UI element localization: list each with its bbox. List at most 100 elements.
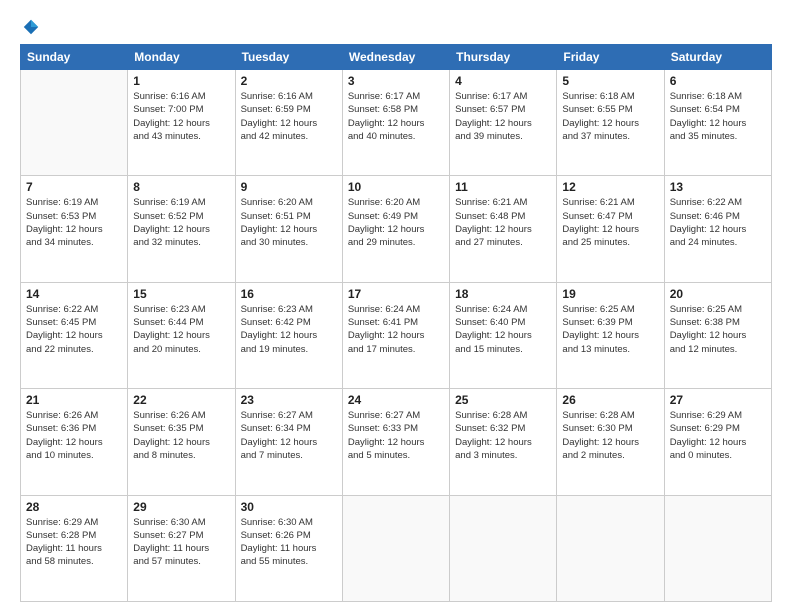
calendar-cell: 12Sunrise: 6:21 AMSunset: 6:47 PMDayligh… (557, 176, 664, 282)
calendar-cell: 27Sunrise: 6:29 AMSunset: 6:29 PMDayligh… (664, 389, 771, 495)
day-info: Sunrise: 6:16 AMSunset: 6:59 PMDaylight:… (241, 90, 337, 143)
calendar-cell (342, 495, 449, 601)
day-number: 5 (562, 74, 658, 88)
day-number: 1 (133, 74, 229, 88)
calendar-cell: 4 Sunrise: 6:17 AMSunset: 6:57 PMDaylight… (450, 70, 557, 176)
day-number: 6 (670, 74, 766, 88)
weekday-monday: Monday (128, 45, 235, 70)
day-info: Sunrise: 6:29 AMSunset: 6:28 PMDaylight:… (26, 516, 122, 569)
calendar-cell: 8 Sunrise: 6:19 AMSunset: 6:52 PMDaylight… (128, 176, 235, 282)
day-number: 16 (241, 287, 337, 301)
calendar-cell: 14 Sunrise: 6:22 AMSunset: 6:45 PMDayligh… (21, 282, 128, 388)
weekday-header-row: SundayMondayTuesdayWednesdayThursdayFrid… (21, 45, 772, 70)
day-info: Sunrise: 6:18 AMSunset: 6:54 PMDaylight:… (670, 90, 766, 143)
day-info: Sunrise: 6:21 AMSunset: 6:47 PMDaylight:… (562, 196, 658, 249)
day-info: Sunrise: 6:30 AMSunset: 6:27 PMDaylight:… (133, 516, 229, 569)
day-number: 30 (241, 500, 337, 514)
day-number: 23 (241, 393, 337, 407)
day-number: 15 (133, 287, 229, 301)
day-info: Sunrise: 6:28 AMSunset: 6:30 PMDaylight:… (562, 409, 658, 462)
week-row-2: 7 Sunrise: 6:19 AMSunset: 6:53 PMDaylight… (21, 176, 772, 282)
day-number: 4 (455, 74, 551, 88)
calendar-cell: 15 Sunrise: 6:23 AMSunset: 6:44 PMDayligh… (128, 282, 235, 388)
day-number: 19 (562, 287, 658, 301)
day-info: Sunrise: 6:25 AMSunset: 6:39 PMDaylight:… (562, 303, 658, 356)
calendar-cell: 23 Sunrise: 6:27 AMSunset: 6:34 PMDayligh… (235, 389, 342, 495)
day-info: Sunrise: 6:26 AMSunset: 6:35 PMDaylight:… (133, 409, 229, 462)
day-number: 2 (241, 74, 337, 88)
day-number: 9 (241, 180, 337, 194)
day-number: 26 (562, 393, 658, 407)
day-number: 8 (133, 180, 229, 194)
day-info: Sunrise: 6:30 AMSunset: 6:26 PMDaylight:… (241, 516, 337, 569)
calendar-cell: 19 Sunrise: 6:25 AMSunset: 6:39 PMDayligh… (557, 282, 664, 388)
day-number: 10 (348, 180, 444, 194)
day-info: Sunrise: 6:19 AMSunset: 6:53 PMDaylight:… (26, 196, 122, 249)
day-number: 7 (26, 180, 122, 194)
calendar: SundayMondayTuesdayWednesdayThursdayFrid… (20, 44, 772, 602)
calendar-cell: 11 Sunrise: 6:21 AMSunset: 6:48 PMDayligh… (450, 176, 557, 282)
day-number: 25 (455, 393, 551, 407)
day-info: Sunrise: 6:22 AMSunset: 6:45 PMDaylight:… (26, 303, 122, 356)
weekday-tuesday: Tuesday (235, 45, 342, 70)
day-info: Sunrise: 6:28 AMSunset: 6:32 PMDaylight:… (455, 409, 551, 462)
page: SundayMondayTuesdayWednesdayThursdayFrid… (0, 0, 792, 612)
calendar-cell (450, 495, 557, 601)
day-info: Sunrise: 6:17 AMSunset: 6:57 PMDaylight:… (455, 90, 551, 143)
calendar-cell: 22 Sunrise: 6:26 AMSunset: 6:35 PMDayligh… (128, 389, 235, 495)
calendar-cell: 25 Sunrise: 6:28 AMSunset: 6:32 PMDayligh… (450, 389, 557, 495)
week-row-3: 14 Sunrise: 6:22 AMSunset: 6:45 PMDayligh… (21, 282, 772, 388)
day-info: Sunrise: 6:23 AMSunset: 6:42 PMDaylight:… (241, 303, 337, 356)
calendar-cell: 2 Sunrise: 6:16 AMSunset: 6:59 PMDaylight… (235, 70, 342, 176)
day-info: Sunrise: 6:27 AMSunset: 6:34 PMDaylight:… (241, 409, 337, 462)
day-info: Sunrise: 6:16 AMSunset: 7:00 PMDaylight:… (133, 90, 229, 143)
day-number: 22 (133, 393, 229, 407)
day-number: 21 (26, 393, 122, 407)
calendar-cell: 16 Sunrise: 6:23 AMSunset: 6:42 PMDayligh… (235, 282, 342, 388)
weekday-saturday: Saturday (664, 45, 771, 70)
logo (20, 18, 40, 36)
day-info: Sunrise: 6:17 AMSunset: 6:58 PMDaylight:… (348, 90, 444, 143)
day-info: Sunrise: 6:24 AMSunset: 6:41 PMDaylight:… (348, 303, 444, 356)
weekday-friday: Friday (557, 45, 664, 70)
calendar-cell: 30 Sunrise: 6:30 AMSunset: 6:26 PMDayligh… (235, 495, 342, 601)
day-number: 3 (348, 74, 444, 88)
day-number: 11 (455, 180, 551, 194)
calendar-cell: 7 Sunrise: 6:19 AMSunset: 6:53 PMDaylight… (21, 176, 128, 282)
calendar-cell (557, 495, 664, 601)
weekday-thursday: Thursday (450, 45, 557, 70)
calendar-cell: 21Sunrise: 6:26 AMSunset: 6:36 PMDayligh… (21, 389, 128, 495)
calendar-cell: 26 Sunrise: 6:28 AMSunset: 6:30 PMDayligh… (557, 389, 664, 495)
calendar-cell: 24 Sunrise: 6:27 AMSunset: 6:33 PMDayligh… (342, 389, 449, 495)
calendar-cell: 3 Sunrise: 6:17 AMSunset: 6:58 PMDaylight… (342, 70, 449, 176)
week-row-4: 21Sunrise: 6:26 AMSunset: 6:36 PMDayligh… (21, 389, 772, 495)
day-info: Sunrise: 6:24 AMSunset: 6:40 PMDaylight:… (455, 303, 551, 356)
day-info: Sunrise: 6:20 AMSunset: 6:49 PMDaylight:… (348, 196, 444, 249)
day-number: 27 (670, 393, 766, 407)
day-info: Sunrise: 6:20 AMSunset: 6:51 PMDaylight:… (241, 196, 337, 249)
calendar-cell: 17Sunrise: 6:24 AMSunset: 6:41 PMDayligh… (342, 282, 449, 388)
day-info: Sunrise: 6:27 AMSunset: 6:33 PMDaylight:… (348, 409, 444, 462)
day-number: 18 (455, 287, 551, 301)
calendar-cell: 1 Sunrise: 6:16 AMSunset: 7:00 PMDaylight… (128, 70, 235, 176)
day-info: Sunrise: 6:21 AMSunset: 6:48 PMDaylight:… (455, 196, 551, 249)
weekday-sunday: Sunday (21, 45, 128, 70)
day-number: 24 (348, 393, 444, 407)
calendar-cell (21, 70, 128, 176)
header (20, 18, 772, 36)
day-info: Sunrise: 6:23 AMSunset: 6:44 PMDaylight:… (133, 303, 229, 356)
day-number: 29 (133, 500, 229, 514)
calendar-cell: 28 Sunrise: 6:29 AMSunset: 6:28 PMDayligh… (21, 495, 128, 601)
day-info: Sunrise: 6:19 AMSunset: 6:52 PMDaylight:… (133, 196, 229, 249)
day-number: 13 (670, 180, 766, 194)
day-number: 20 (670, 287, 766, 301)
day-info: Sunrise: 6:18 AMSunset: 6:55 PMDaylight:… (562, 90, 658, 143)
logo-icon (22, 18, 40, 36)
calendar-cell: 18 Sunrise: 6:24 AMSunset: 6:40 PMDayligh… (450, 282, 557, 388)
day-number: 28 (26, 500, 122, 514)
week-row-1: 1 Sunrise: 6:16 AMSunset: 7:00 PMDaylight… (21, 70, 772, 176)
calendar-cell: 13Sunrise: 6:22 AMSunset: 6:46 PMDayligh… (664, 176, 771, 282)
weekday-wednesday: Wednesday (342, 45, 449, 70)
day-number: 14 (26, 287, 122, 301)
calendar-cell: 10 Sunrise: 6:20 AMSunset: 6:49 PMDayligh… (342, 176, 449, 282)
